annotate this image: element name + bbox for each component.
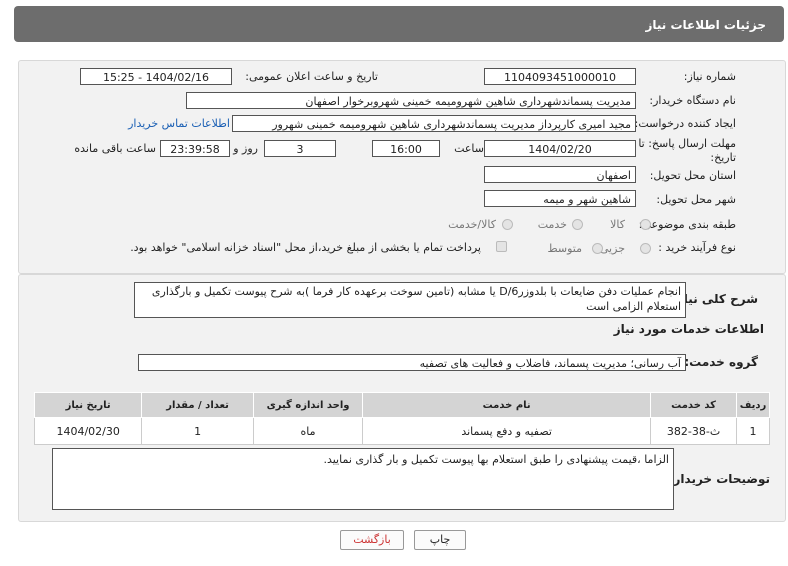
remaining-time-label: ساعت باقی مانده <box>74 142 156 155</box>
col-header-service-code: کد خدمت <box>650 392 738 418</box>
buyer-notes-field[interactable]: الزاما ،قیمت پیشنهادی را طبق استعلام بها… <box>52 448 674 510</box>
service-group-label: گروه خدمت: <box>684 355 758 369</box>
cell-unit: ماه <box>252 417 364 445</box>
announce-datetime-field: 1404/02/16 - 15:25 <box>80 68 232 85</box>
general-desc-field[interactable]: انجام عملیات دفن ضایعات با بلدوزرD/6 یا … <box>134 282 686 318</box>
deadline-time-label: ساعت <box>454 142 484 155</box>
deadline-date-field: 1404/02/20 <box>484 140 636 157</box>
city-label: شهر محل تحویل: <box>656 193 736 206</box>
col-header-quantity: تعداد / مقدار <box>141 392 254 418</box>
process-option-medium: متوسط <box>547 242 582 255</box>
back-button[interactable]: بازگشت <box>340 530 404 550</box>
buyer-org-label: نام دستگاه خریدار: <box>649 94 736 107</box>
print-button[interactable]: چاپ <box>414 530 466 550</box>
category-option-goods-service: کالا/خدمت <box>448 218 496 231</box>
deadline-date-label: تاریخ: <box>710 151 736 164</box>
category-radio-service[interactable] <box>572 219 583 230</box>
need-number-field: 1104093451000010 <box>484 68 636 85</box>
table-header-row: ردیف کد خدمت نام خدمت واحد اندازه گیری ت… <box>33 392 770 418</box>
col-header-service-name: نام خدمت <box>362 392 652 418</box>
col-header-need-date: تاریخ نیاز <box>33 392 143 418</box>
cell-quantity: 1 <box>141 417 254 445</box>
process-radio-medium[interactable] <box>592 243 603 254</box>
category-radio-goods-service[interactable] <box>502 219 513 230</box>
page-header: جزئیات اطلاعات نیاز <box>14 6 784 42</box>
category-radio-goods[interactable] <box>640 219 651 230</box>
need-number-label: شماره نیاز: <box>683 70 736 83</box>
service-group-field: آب رسانی؛ مدیریت پسماند، فاضلاب و فعالیت… <box>138 354 686 371</box>
province-label: استان محل تحویل: <box>649 169 736 182</box>
deadline-time-field: 16:00 <box>372 140 440 157</box>
announce-datetime-label: تاریخ و ساعت اعلان عمومی: <box>245 70 378 83</box>
treasury-checkbox[interactable] <box>496 241 507 252</box>
cell-service-code: ث-38-382 <box>650 417 738 445</box>
category-label: طبقه بندی موضوعی: <box>638 218 736 231</box>
col-header-row-number: ردیف <box>736 392 770 418</box>
creator-label: ایجاد کننده درخواست: <box>634 117 736 130</box>
days-label: روز و <box>233 142 258 155</box>
treasury-note: پرداخت تمام یا بخشی از مبلغ خرید،از محل … <box>130 241 481 254</box>
buyer-contact-link[interactable]: اطلاعات تماس خریدار <box>128 117 230 130</box>
creator-field: مجید امیری کارپرداز مدیریت پسماندشهرداری… <box>232 115 636 132</box>
days-field: 3 <box>264 140 336 157</box>
page-title: جزئیات اطلاعات نیاز <box>645 18 766 32</box>
category-option-service: خدمت <box>537 218 567 231</box>
process-radio-minor[interactable] <box>640 243 651 254</box>
cell-service-name: تصفیه و دفع پسماند <box>362 417 652 445</box>
table-row: 1 ث-38-382 تصفیه و دفع پسماند ماه 1 1404… <box>33 417 770 445</box>
province-field: اصفهان <box>484 166 636 183</box>
remaining-time-field: 23:39:58 <box>160 140 230 157</box>
category-option-goods: کالا <box>610 218 625 231</box>
col-header-unit: واحد اندازه گیری <box>252 392 364 418</box>
services-section-title: اطلاعات خدمات مورد نیاز <box>613 322 764 336</box>
cell-row-number: 1 <box>736 417 770 445</box>
buyer-notes-label: توضیحات خریدار: <box>668 472 770 486</box>
city-field: شاهین شهر و میمه <box>484 190 636 207</box>
buyer-org-field: مدیریت پسماندشهرداری شاهین شهرومیمه خمین… <box>186 92 636 109</box>
process-type-label: نوع فرآیند خرید : <box>658 241 736 254</box>
services-table: ردیف کد خدمت نام خدمت واحد اندازه گیری ت… <box>33 392 770 445</box>
process-option-minor: جزیی <box>599 242 625 255</box>
cell-need-date: 1404/02/30 <box>33 417 143 445</box>
deadline-label: مهلت ارسال پاسخ: تا <box>638 137 736 150</box>
